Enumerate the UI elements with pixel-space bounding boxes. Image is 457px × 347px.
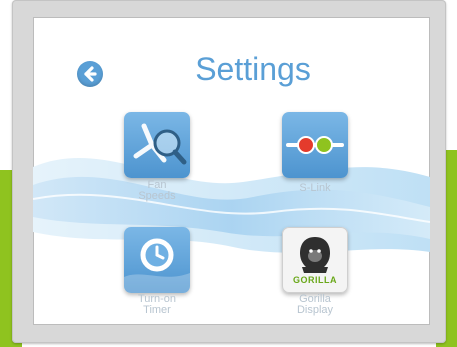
gorilla-logo-text: GORILLA <box>293 275 337 285</box>
device-frame: Settings Fan Speeds S-Link Turn-on Timer… <box>12 0 446 343</box>
turn-on-timer-label: Turn-on Timer <box>117 294 197 316</box>
back-arrow-icon <box>84 66 97 82</box>
s-link-label: S-Link <box>275 183 355 194</box>
turn-on-timer-label-line2: Timer <box>143 304 171 316</box>
gorilla-display-label: Gorilla Display <box>275 294 355 316</box>
fan-speeds-label-line2: Speeds <box>138 190 176 202</box>
fan-magnifier-icon <box>133 123 187 165</box>
s-link-button[interactable] <box>282 112 348 178</box>
turn-on-timer-button[interactable] <box>124 227 190 293</box>
fan-speeds-button[interactable] <box>124 112 190 178</box>
clock-icon <box>124 238 190 293</box>
page-title: Settings <box>195 51 311 87</box>
fan-speeds-label: Fan Speeds <box>117 180 197 202</box>
s-link-label-line1: S-Link <box>299 182 331 194</box>
back-button[interactable] <box>77 61 103 87</box>
gorilla-display-button[interactable]: GORILLA <box>282 227 348 293</box>
link-dots-icon <box>286 136 344 154</box>
gorilla-display-label-line2: Display <box>296 304 334 316</box>
settings-screen: Settings Fan Speeds S-Link Turn-on Timer… <box>33 17 430 325</box>
